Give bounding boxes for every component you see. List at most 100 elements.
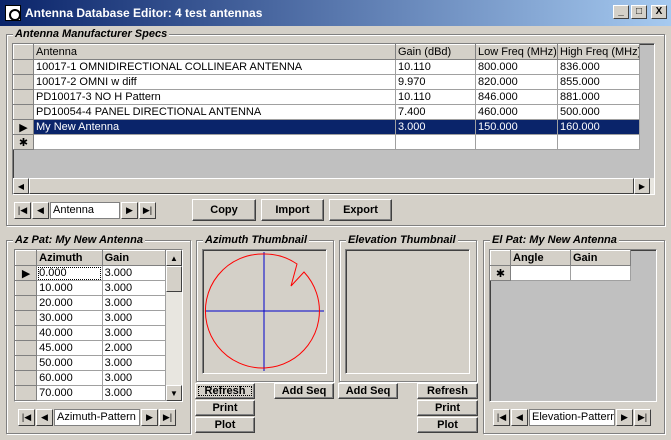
cell-azimuth[interactable]: 40.000 [36,325,103,341]
col-header-gain[interactable]: Gain [101,250,167,266]
new-row[interactable]: ✱ [490,265,631,281]
cell-gain[interactable]: 10.110 [395,89,476,105]
table-row[interactable]: 20.000 3.000 [14,295,167,311]
row-selector[interactable] [14,370,38,386]
azimuth-print-button[interactable]: Print [195,400,255,416]
cell-gain[interactable]: 3.000 [101,280,167,296]
elevation-add-seq-button[interactable]: Add Seq [338,383,398,399]
row-selector[interactable] [13,89,34,105]
cell-low-freq[interactable]: 820.000 [475,74,558,90]
cell-low-freq[interactable]: 150.000 [475,119,558,135]
row-selector[interactable] [14,340,38,356]
nav-prev-button[interactable]: ◀ [36,409,53,426]
cell-gain[interactable]: 3.000 [101,385,167,401]
table-row[interactable]: 30.000 3.000 [14,310,167,326]
cell-gain[interactable]: 3.000 [101,310,167,326]
cell-gain[interactable]: 10.110 [395,59,476,75]
azimuth-plot-button[interactable]: Plot [195,417,255,433]
table-row[interactable]: ▶ 0.000 3.000 [14,265,167,281]
cell-antenna[interactable]: PD10054-4 PANEL DIRECTIONAL ANTENNA [33,104,396,120]
cell-azimuth[interactable]: 20.000 [36,295,103,311]
scroll-thumb[interactable] [166,266,182,292]
azimuth-add-seq-button[interactable]: Add Seq [274,383,334,399]
copy-button[interactable]: Copy [192,199,256,221]
row-selector[interactable] [14,355,38,371]
row-selector[interactable] [14,295,38,311]
scroll-up-arrow[interactable]: ▲ [166,250,182,266]
current-row-indicator[interactable]: ▶ [13,119,34,135]
scroll-right-arrow[interactable]: ▶ [634,178,650,194]
azimuth-thumbnail-plot[interactable] [202,249,327,374]
row-selector[interactable] [14,325,38,341]
cell-gain[interactable]: 3.000 [395,119,476,135]
nav-first-button[interactable]: |◀ [493,409,510,426]
cell-high-freq[interactable]: 500.000 [557,104,640,120]
table-row[interactable]: 45.000 2.000 [14,340,167,356]
nav-next-button[interactable]: ▶ [121,202,138,219]
elevation-print-button[interactable]: Print [417,400,478,416]
row-selector[interactable] [14,385,38,401]
table-row[interactable]: 60.000 3.000 [14,370,167,386]
cell-antenna[interactable]: PD10017-3 NO H Pattern [33,89,396,105]
maximize-button[interactable]: □ [631,5,647,19]
row-selector[interactable] [14,310,38,326]
cell-azimuth[interactable]: 70.000 [36,385,103,401]
cell-high-freq[interactable]: 881.000 [557,89,640,105]
minimize-button[interactable]: _ [613,5,629,19]
app-icon[interactable] [5,5,21,21]
cell-azimuth[interactable]: 0.000 [36,265,103,281]
row-selector[interactable] [13,104,34,120]
export-button[interactable]: Export [329,199,392,221]
cell-antenna[interactable]: 10017-1 OMNIDIRECTIONAL COLLINEAR ANTENN… [33,59,396,75]
col-header-high-freq[interactable]: High Freq (MHz) [557,44,640,60]
cell-empty[interactable] [570,265,631,281]
cell-azimuth[interactable]: 10.000 [36,280,103,296]
table-row[interactable]: PD10054-4 PANEL DIRECTIONAL ANTENNA 7.40… [13,104,640,120]
col-header-gain[interactable]: Gain [570,250,631,266]
close-button[interactable]: X [651,5,667,19]
import-button[interactable]: Import [261,199,324,221]
elevation-plot-button[interactable]: Plot [417,417,478,433]
cell-gain[interactable]: 3.000 [101,295,167,311]
col-header-azimuth[interactable]: Azimuth [36,250,103,266]
row-selector[interactable] [14,280,38,296]
cell-low-freq[interactable]: 846.000 [475,89,558,105]
nav-last-button[interactable]: ▶| [159,409,176,426]
cell-empty[interactable] [510,265,571,281]
new-row[interactable]: ✱ [13,134,640,150]
current-row-indicator[interactable]: ▶ [14,265,38,281]
nav-next-button[interactable]: ▶ [616,409,633,426]
scroll-down-arrow[interactable]: ▼ [166,385,182,401]
cell-antenna[interactable]: 10017-2 OMNI w diff [33,74,396,90]
table-row[interactable]: 10.000 3.000 [14,280,167,296]
nav-first-button[interactable]: |◀ [14,202,31,219]
table-row[interactable]: 10017-2 OMNI w diff 9.970 820.000 855.00… [13,74,640,90]
cell-empty[interactable] [33,134,396,150]
cell-empty[interactable] [557,134,640,150]
cell-high-freq[interactable]: 855.000 [557,74,640,90]
nav-prev-button[interactable]: ◀ [32,202,49,219]
table-row-selected[interactable]: ▶ My New Antenna 3.000 150.000 160.000 [13,119,640,135]
cell-gain[interactable]: 7.400 [395,104,476,120]
table-row[interactable]: 50.000 3.000 [14,355,167,371]
cell-azimuth[interactable]: 60.000 [36,370,103,386]
cell-low-freq[interactable]: 460.000 [475,104,558,120]
cell-antenna[interactable]: My New Antenna [33,119,396,135]
cell-gain[interactable]: 3.000 [101,370,167,386]
cell-gain[interactable]: 3.000 [101,355,167,371]
table-row[interactable]: 10017-1 OMNIDIRECTIONAL COLLINEAR ANTENN… [13,59,640,75]
nav-prev-button[interactable]: ◀ [511,409,528,426]
nav-first-button[interactable]: |◀ [18,409,35,426]
col-header-gain[interactable]: Gain (dBd) [395,44,476,60]
cell-high-freq[interactable]: 160.000 [557,119,640,135]
cell-azimuth[interactable]: 50.000 [36,355,103,371]
col-header-angle[interactable]: Angle [510,250,571,266]
new-row-indicator[interactable]: ✱ [490,265,511,281]
elevation-thumbnail-plot[interactable] [345,249,470,374]
nav-next-button[interactable]: ▶ [141,409,158,426]
elevation-refresh-button[interactable]: Refresh [417,383,478,399]
cell-azimuth[interactable]: 30.000 [36,310,103,326]
cell-empty[interactable] [395,134,476,150]
cell-gain[interactable]: 3.000 [101,325,167,341]
az-vertical-scrollbar[interactable]: ▲ ▼ [166,250,182,401]
